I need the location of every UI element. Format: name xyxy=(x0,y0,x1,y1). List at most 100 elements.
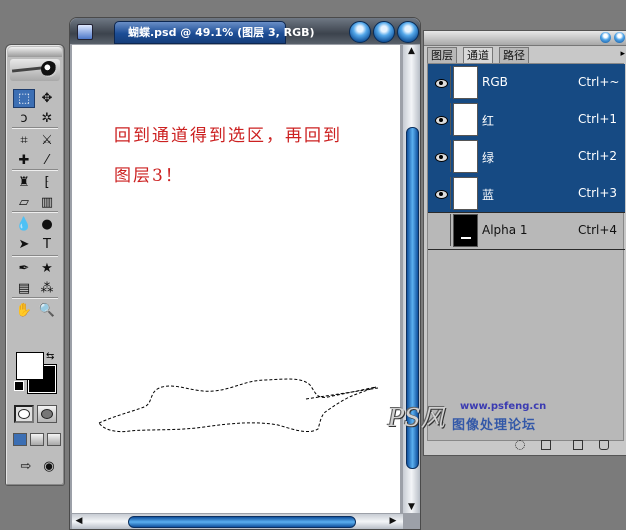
vertical-scrollbar[interactable]: ▲ ▼ xyxy=(403,45,420,513)
maximize-button[interactable] xyxy=(373,21,395,43)
history-brush-tool-icon[interactable]: ⁅ xyxy=(36,173,58,192)
document-title: 蝴蝶.psd @ 49.1% (图层 3, RGB) xyxy=(128,26,315,39)
tab-layers[interactable]: 图层 xyxy=(427,47,457,63)
gradient-tool-icon[interactable]: ▥ xyxy=(36,193,58,212)
crop-tool-icon[interactable]: ⌗ xyxy=(13,131,35,150)
channel-row-green[interactable]: 绿 Ctrl+2 xyxy=(428,138,625,176)
channel-name: Alpha 1 xyxy=(482,223,528,237)
brush-tool-icon[interactable]: ⁄ xyxy=(36,151,58,170)
watermark-site-name: 图像处理论坛 xyxy=(452,418,537,433)
channels-panel: 图层 通道 路径 ▸ RGB Ctrl+~ 红 Ctrl+1 绿 Ctrl+2 … xyxy=(423,30,626,456)
image-canvas[interactable]: 回到通道得到选区，再回到 图层3！ xyxy=(72,45,400,513)
panel-close-button[interactable] xyxy=(614,32,625,43)
visibility-toggle[interactable] xyxy=(430,214,451,246)
scroll-up-icon[interactable]: ▲ xyxy=(403,46,420,56)
channel-name: 蓝 xyxy=(482,188,495,202)
channel-thumbnail xyxy=(453,66,478,99)
custom-shape-tool-icon[interactable]: ★ xyxy=(36,259,58,278)
document-title-bar[interactable]: 蝴蝶.psd @ 49.1% (图层 3, RGB) xyxy=(70,18,420,44)
photoshop-logo-icon[interactable] xyxy=(10,59,60,81)
channel-row-blue[interactable]: 蓝 Ctrl+3 xyxy=(428,175,625,213)
type-tool-icon[interactable]: T xyxy=(36,235,58,254)
minimize-button[interactable] xyxy=(349,21,371,43)
eye-icon xyxy=(435,116,448,125)
panel-menu-icon[interactable]: ▸ xyxy=(620,49,625,59)
instruction-text-line-1: 回到通道得到选区，再回到 xyxy=(114,126,342,146)
toolbox-title-bar[interactable] xyxy=(8,47,62,57)
eye-icon xyxy=(435,79,448,88)
dodge-tool-icon[interactable]: ● xyxy=(36,215,58,234)
hand-tool-icon[interactable]: ✋ xyxy=(13,301,35,320)
jump-to-imageready-icon[interactable]: ⇨ xyxy=(14,457,38,476)
channel-shortcut: Ctrl+4 xyxy=(578,223,618,237)
eraser-tool-icon[interactable]: ▱ xyxy=(13,193,35,212)
channel-row-rgb[interactable]: RGB Ctrl+~ xyxy=(428,64,625,102)
visibility-toggle[interactable] xyxy=(430,140,451,172)
channel-name: RGB xyxy=(482,75,508,89)
move-tool-icon[interactable]: ✥ xyxy=(36,89,58,108)
quick-mask-mode-button[interactable] xyxy=(37,405,57,423)
standard-screen-mode-button[interactable] xyxy=(13,433,27,446)
clone-stamp-tool-icon[interactable]: ♜ xyxy=(13,173,35,192)
load-selection-icon[interactable] xyxy=(515,440,525,450)
document-icon[interactable] xyxy=(77,24,93,40)
healing-brush-tool-icon[interactable]: ✚ xyxy=(13,151,35,170)
channel-list: RGB Ctrl+~ 红 Ctrl+1 绿 Ctrl+2 蓝 Ctrl+3 Al… xyxy=(427,63,625,441)
scroll-left-icon[interactable]: ◀ xyxy=(74,516,84,526)
trash-icon[interactable] xyxy=(599,440,609,450)
channel-thumbnail xyxy=(453,214,478,247)
full-screen-menu-mode-button[interactable] xyxy=(30,433,44,446)
magic-wand-tool-icon[interactable]: ✲ xyxy=(36,109,58,128)
horizontal-scrollbar[interactable]: ◀ ▶ xyxy=(72,514,403,529)
tool-divider xyxy=(12,127,58,129)
instruction-text-line-2: 图层3！ xyxy=(114,166,184,186)
watermark-url: www.psfeng.cn xyxy=(460,401,547,412)
tool-divider xyxy=(12,211,58,213)
eyedropper-tool-icon[interactable]: ⁂ xyxy=(36,279,58,298)
blur-tool-icon[interactable]: 💧 xyxy=(13,215,35,234)
imageready-icon[interactable]: ◉ xyxy=(38,457,60,476)
panel-minimize-button[interactable] xyxy=(600,32,611,43)
pen-tool-icon[interactable]: ✒ xyxy=(13,259,35,278)
tool-divider xyxy=(12,255,58,257)
eye-icon xyxy=(435,153,448,162)
eye-icon xyxy=(435,190,448,199)
channel-thumbnail xyxy=(453,103,478,136)
document-window: 蝴蝶.psd @ 49.1% (图层 3, RGB) 回到通道得到选区，再回到 … xyxy=(69,17,421,530)
tool-divider xyxy=(12,297,58,299)
swap-colors-icon[interactable]: ⇆ xyxy=(46,351,54,362)
visibility-toggle[interactable] xyxy=(430,103,451,135)
watermark: PS风 www.psfeng.cn 图像处理论坛 xyxy=(388,398,558,438)
tool-divider xyxy=(12,169,58,171)
foreground-color-swatch[interactable] xyxy=(16,352,44,380)
notes-tool-icon[interactable]: ▤ xyxy=(13,279,35,298)
watermark-logo: PS风 xyxy=(388,404,445,432)
horizontal-scroll-thumb[interactable] xyxy=(128,516,356,528)
tab-channels[interactable]: 通道 xyxy=(463,47,493,64)
zoom-tool-icon[interactable]: 🔍 xyxy=(36,301,58,320)
marquee-tool-icon[interactable]: ⬚ xyxy=(13,89,35,108)
scroll-down-icon[interactable]: ▼ xyxy=(403,502,420,512)
channel-thumbnail xyxy=(453,140,478,173)
panel-title-bar[interactable] xyxy=(424,31,626,46)
full-screen-mode-button[interactable] xyxy=(47,433,61,446)
channel-name: 红 xyxy=(482,114,495,128)
channel-shortcut: Ctrl+1 xyxy=(578,112,618,126)
tab-paths[interactable]: 路径 xyxy=(499,47,529,63)
standard-mode-button[interactable] xyxy=(14,405,34,423)
scroll-right-icon[interactable]: ▶ xyxy=(388,516,398,526)
toolbox: ⇆ ⇨ ◉ ⬚ ✥ ↄ ✲ ⌗ ⚔ ✚ ⁄ ♜ ⁅ ▱ ▥ 💧 ● ➤ T ✒ ★ ▤ ⁂ ✋ 🔍 xyxy=(5,44,65,486)
default-colors-icon[interactable] xyxy=(14,381,24,391)
slice-tool-icon[interactable]: ⚔ xyxy=(36,131,58,150)
channel-shortcut: Ctrl+3 xyxy=(578,186,618,200)
save-selection-icon[interactable] xyxy=(541,440,551,450)
channel-thumbnail xyxy=(453,177,478,210)
close-button[interactable] xyxy=(397,21,419,43)
lasso-tool-icon[interactable]: ↄ xyxy=(13,109,35,128)
visibility-toggle[interactable] xyxy=(430,66,451,98)
path-selection-tool-icon[interactable]: ➤ xyxy=(13,235,35,254)
channel-row-red[interactable]: 红 Ctrl+1 xyxy=(428,101,625,139)
visibility-toggle[interactable] xyxy=(430,177,451,209)
new-channel-icon[interactable] xyxy=(573,440,583,450)
channel-row-alpha-1[interactable]: Alpha 1 Ctrl+4 xyxy=(428,212,625,250)
